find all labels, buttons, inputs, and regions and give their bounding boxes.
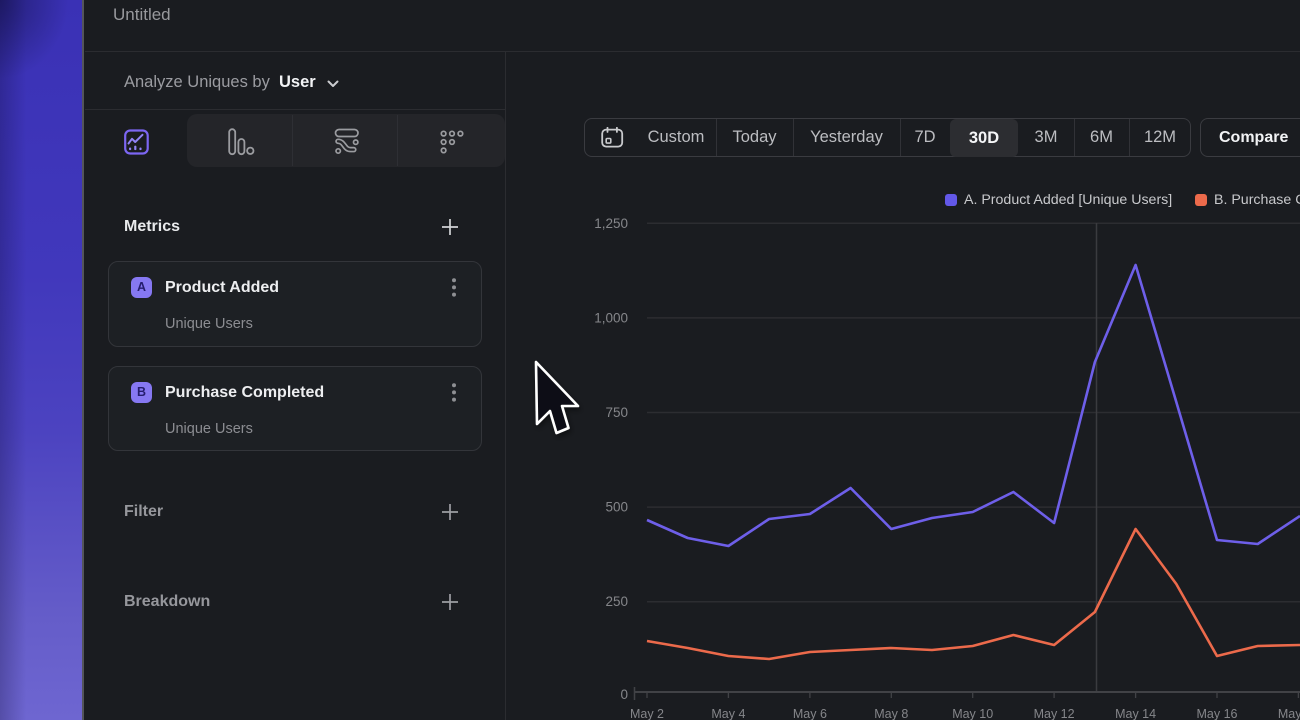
svg-text:May 4: May 4	[711, 707, 745, 720]
svg-text:250: 250	[605, 594, 628, 609]
svg-text:May 14: May 14	[1115, 707, 1156, 720]
svg-text:May 18: May 18	[1278, 707, 1300, 720]
svg-text:May 2: May 2	[630, 707, 664, 720]
svg-text:500: 500	[605, 500, 628, 515]
svg-text:May 6: May 6	[793, 707, 827, 720]
svg-text:May 8: May 8	[874, 707, 908, 720]
svg-text:May 10: May 10	[952, 707, 993, 720]
svg-text:750: 750	[605, 405, 628, 420]
svg-text:May 12: May 12	[1034, 707, 1075, 720]
svg-text:1,250: 1,250	[594, 216, 628, 231]
svg-text:1,000: 1,000	[594, 311, 628, 326]
svg-text:May 16: May 16	[1197, 707, 1238, 720]
svg-text:0: 0	[620, 687, 628, 702]
